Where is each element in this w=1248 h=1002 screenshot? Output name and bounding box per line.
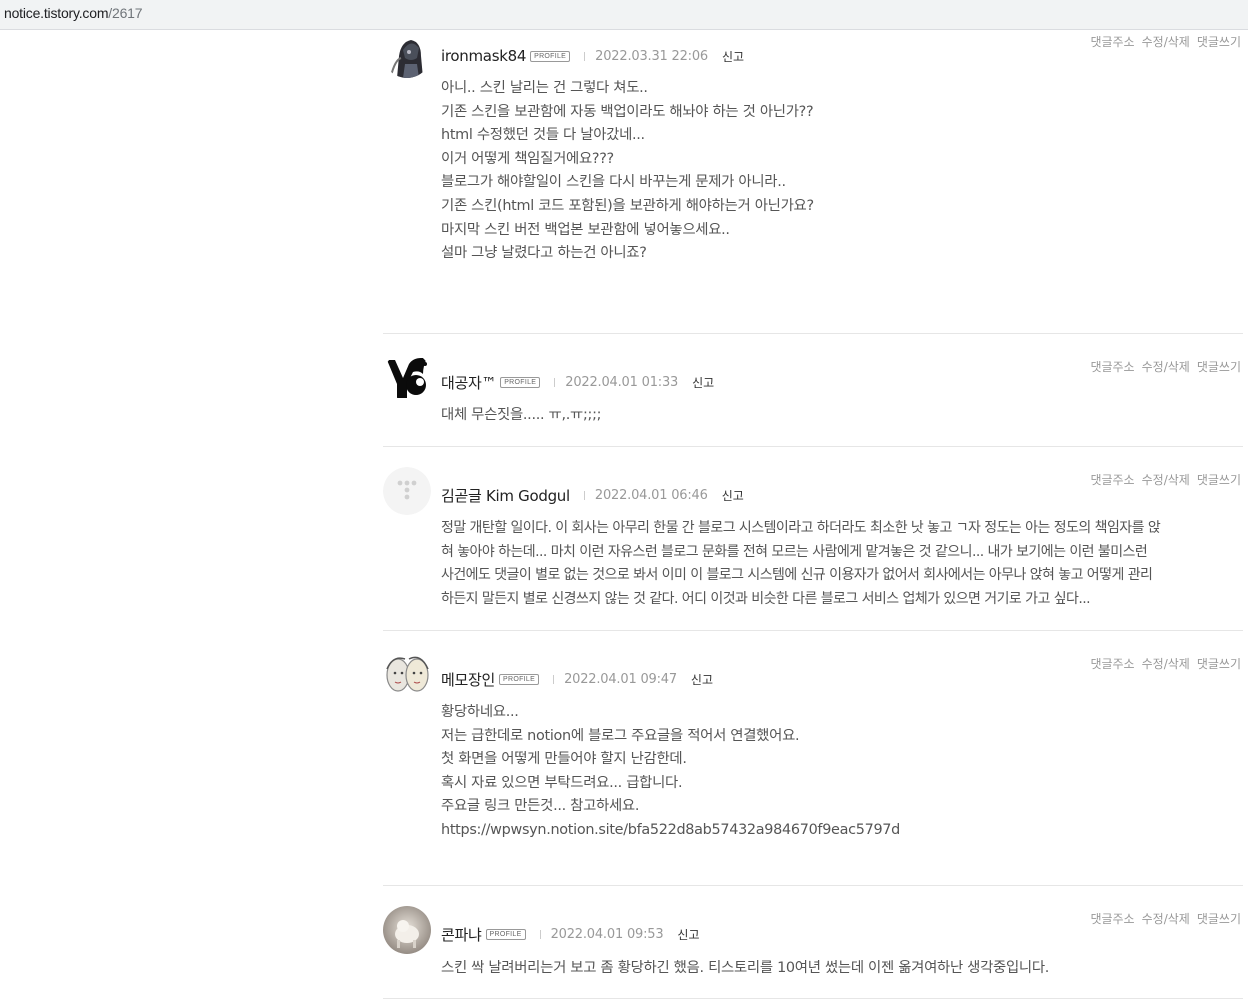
comment-meta: ironmask84 PROFILE 2022.03.31 22:06 신고 [441, 47, 744, 65]
reply-link[interactable]: 댓글쓰기 [1197, 657, 1241, 671]
report-link[interactable]: 신고 [722, 48, 744, 65]
edit-delete-link[interactable]: 수정/삭제 [1142, 360, 1190, 374]
comment-date: 2022.04.01 06:46 [594, 488, 708, 503]
address-bar[interactable]: notice.tistory.com/2617 [0, 0, 1248, 30]
comment-actions: 댓글주소 수정/삭제 댓글쓰기 [1083, 910, 1241, 927]
comment-item: 댓글주소 수정/삭제 댓글쓰기 김곧글 Kim Godgul 2022.04.01 … [383, 447, 1243, 631]
comment-line: 마지막 스킨 버전 백업본 보관함에 넣어놓으세요.. [441, 221, 730, 238]
comment-actions: 댓글주소 수정/삭제 댓글쓰기 [1083, 358, 1241, 375]
comment-list: 댓글주소 수정/삭제 댓글쓰기 ironmask84 PROFILE 2022.03… [383, 30, 1243, 999]
profile-badge[interactable]: PROFILE [530, 50, 571, 62]
user-avatar[interactable] [383, 906, 431, 954]
reply-link[interactable]: 댓글쓰기 [1197, 35, 1241, 49]
meta-divider [584, 51, 586, 61]
comment-line: 혹시 자료 있으면 부탁드려요... 급합니다. [441, 774, 683, 791]
comment-meta: 김곧글 Kim Godgul 2022.04.01 06:46 신고 [441, 485, 744, 506]
user-avatar[interactable] [383, 651, 431, 699]
comment-line: 주요글 링크 만든것... 참고하세요. [441, 798, 640, 815]
comment-address-link[interactable]: 댓글주소 [1090, 473, 1134, 487]
comment-author[interactable]: ironmask84 [441, 47, 526, 65]
comment-item: 댓글주소 수정/삭제 댓글쓰기 콘파냐 PROFILE 2022.04.01 09:… [383, 886, 1243, 999]
comment-actions: 댓글주소 수정/삭제 댓글쓰기 [1083, 471, 1241, 488]
user-avatar[interactable] [383, 352, 431, 400]
edit-delete-link[interactable]: 수정/삭제 [1142, 657, 1190, 671]
comment-author[interactable]: 대공자™ [441, 372, 497, 393]
edit-delete-link[interactable]: 수정/삭제 [1142, 473, 1190, 487]
comment-line: 정말 개탄할 일이다. 이 회사는 아무리 한물 간 블로그 시스템이라고 하더… [441, 520, 1161, 536]
comment-line: 혀 놓아야 하는데... 마치 이런 자유스런 블로그 문화를 전혀 모르는 사… [441, 543, 1148, 560]
meta-divider [554, 378, 556, 387]
comment-address-link[interactable]: 댓글주소 [1090, 912, 1134, 926]
report-link[interactable]: 신고 [677, 926, 699, 943]
report-link[interactable]: 신고 [722, 487, 744, 504]
comment-date: 2022.04.01 09:53 [550, 927, 664, 942]
comment-item: 댓글주소 수정/삭제 댓글쓰기 ironmask84 PROFILE 2022.03… [383, 30, 1243, 334]
comment-line: html 수정했던 것들 다 날아갔네... [441, 127, 645, 144]
comment-item: 댓글주소 수정/삭제 댓글쓰기 메모장인 PROFILE 2022.04.01 09… [383, 631, 1243, 886]
comment-date: 2022.04.01 09:47 [564, 672, 677, 687]
url-text[interactable]: notice.tistory.com/2617 [4, 5, 143, 21]
edit-delete-link[interactable]: 수정/삭제 [1142, 35, 1190, 49]
reply-link[interactable]: 댓글쓰기 [1197, 360, 1241, 374]
meta-divider [539, 930, 541, 939]
comment-line: 황당하네요... [441, 704, 519, 720]
comment-address-link[interactable]: 댓글주소 [1090, 657, 1134, 671]
profile-badge[interactable]: PROFILE [500, 377, 541, 388]
comment-meta: 대공자™ PROFILE 2022.04.01 01:33 신고 [441, 372, 714, 393]
comment-line: 스킨 싹 날려버리는거 보고 좀 황당하긴 했음. 티스토리를 10여년 썼는데… [441, 960, 1050, 976]
comment-line: 설마 그냥 날렸다고 하는건 아니죠? [441, 245, 647, 262]
comment-author[interactable]: 콘파냐 [441, 924, 482, 945]
edit-delete-link[interactable]: 수정/삭제 [1142, 912, 1190, 926]
comment-meta: 콘파냐 PROFILE 2022.04.01 09:53 신고 [441, 924, 700, 945]
report-link[interactable]: 신고 [692, 374, 714, 391]
comment-line[interactable]: https://wpwsyn.notion.site/bfa522d8ab574… [441, 819, 1243, 843]
meta-divider [553, 675, 555, 684]
comment-line: 기존 스킨을 보관함에 자동 백업이라도 해놔야 하는 것 아닌가?? [441, 103, 814, 120]
comment-address-link[interactable]: 댓글주소 [1090, 360, 1134, 374]
reply-link[interactable]: 댓글쓰기 [1197, 912, 1241, 926]
profile-badge[interactable]: PROFILE [499, 674, 540, 685]
reply-link[interactable]: 댓글쓰기 [1197, 473, 1241, 487]
comment-body: 아니.. 스킨 날리는 건 그렇다 쳐도.. 기존 스킨을 보관함에 자동 백업… [441, 77, 1243, 266]
comment-actions: 댓글주소 수정/삭제 댓글쓰기 [1083, 655, 1241, 672]
comment-line: 블로그가 해야할일이 스킨을 다시 바꾸는게 문제가 아니라.. [441, 174, 786, 191]
comment-line: 저는 급한데로 notion에 블로그 주요글을 적어서 연결했어요. [441, 727, 800, 744]
comment-actions: 댓글주소 수정/삭제 댓글쓰기 [1083, 33, 1241, 50]
comment-body: 스킨 싹 날려버리는거 보고 좀 황당하긴 했음. 티스토리를 10여년 썼는데… [441, 957, 1243, 981]
comment-body: 대체 무슨짓을..... ㅠ,.ㅠ;;;; [441, 404, 1243, 428]
comment-line: 대체 무슨짓을..... ㅠ,.ㅠ;;;; [441, 407, 602, 423]
comment-date: 2022.04.01 01:33 [565, 375, 679, 390]
comment-date: 2022.03.31 22:06 [595, 48, 708, 64]
comment-line: 하든지 말든지 별로 신경쓰지 않는 것 같다. 어디 이것과 비슷한 다른 블… [441, 590, 1091, 607]
comment-author[interactable]: 김곧글 Kim Godgul [441, 485, 570, 506]
comment-line: 첫 화면을 어떻게 만들어야 할지 난감한데. [441, 751, 687, 768]
comment-author[interactable]: 메모장인 [441, 669, 495, 690]
profile-badge[interactable]: PROFILE [485, 929, 526, 940]
meta-divider [583, 491, 585, 500]
comment-body: 황당하네요... 저는 급한데로 notion에 블로그 주요글을 적어서 연결… [441, 701, 1243, 843]
comment-body: 정말 개탄할 일이다. 이 회사는 아무리 한물 간 블로그 시스템이라고 하더… [441, 517, 1248, 611]
comment-line: 사건에도 댓글이 별로 없는 것으로 봐서 이미 이 블로그 시스템에 신규 이… [441, 567, 1153, 584]
comment-meta: 메모장인 PROFILE 2022.04.01 09:47 신고 [441, 669, 713, 690]
user-avatar[interactable] [383, 30, 431, 78]
report-link[interactable]: 신고 [691, 671, 713, 688]
comment-line: 이거 어떻게 책임질거에요??? [441, 150, 614, 167]
comment-line: 기존 스킨(html 코드 포함된)을 보관하게 해야하는거 아닌가요? [441, 197, 814, 214]
comment-address-link[interactable]: 댓글주소 [1090, 35, 1134, 49]
comment-line: 아니.. 스킨 날리는 건 그렇다 쳐도.. [441, 80, 648, 96]
comment-item: 댓글주소 수정/삭제 댓글쓰기 대공자™ PROFILE 2022.04.01 01… [383, 334, 1243, 447]
user-avatar[interactable] [383, 467, 431, 515]
